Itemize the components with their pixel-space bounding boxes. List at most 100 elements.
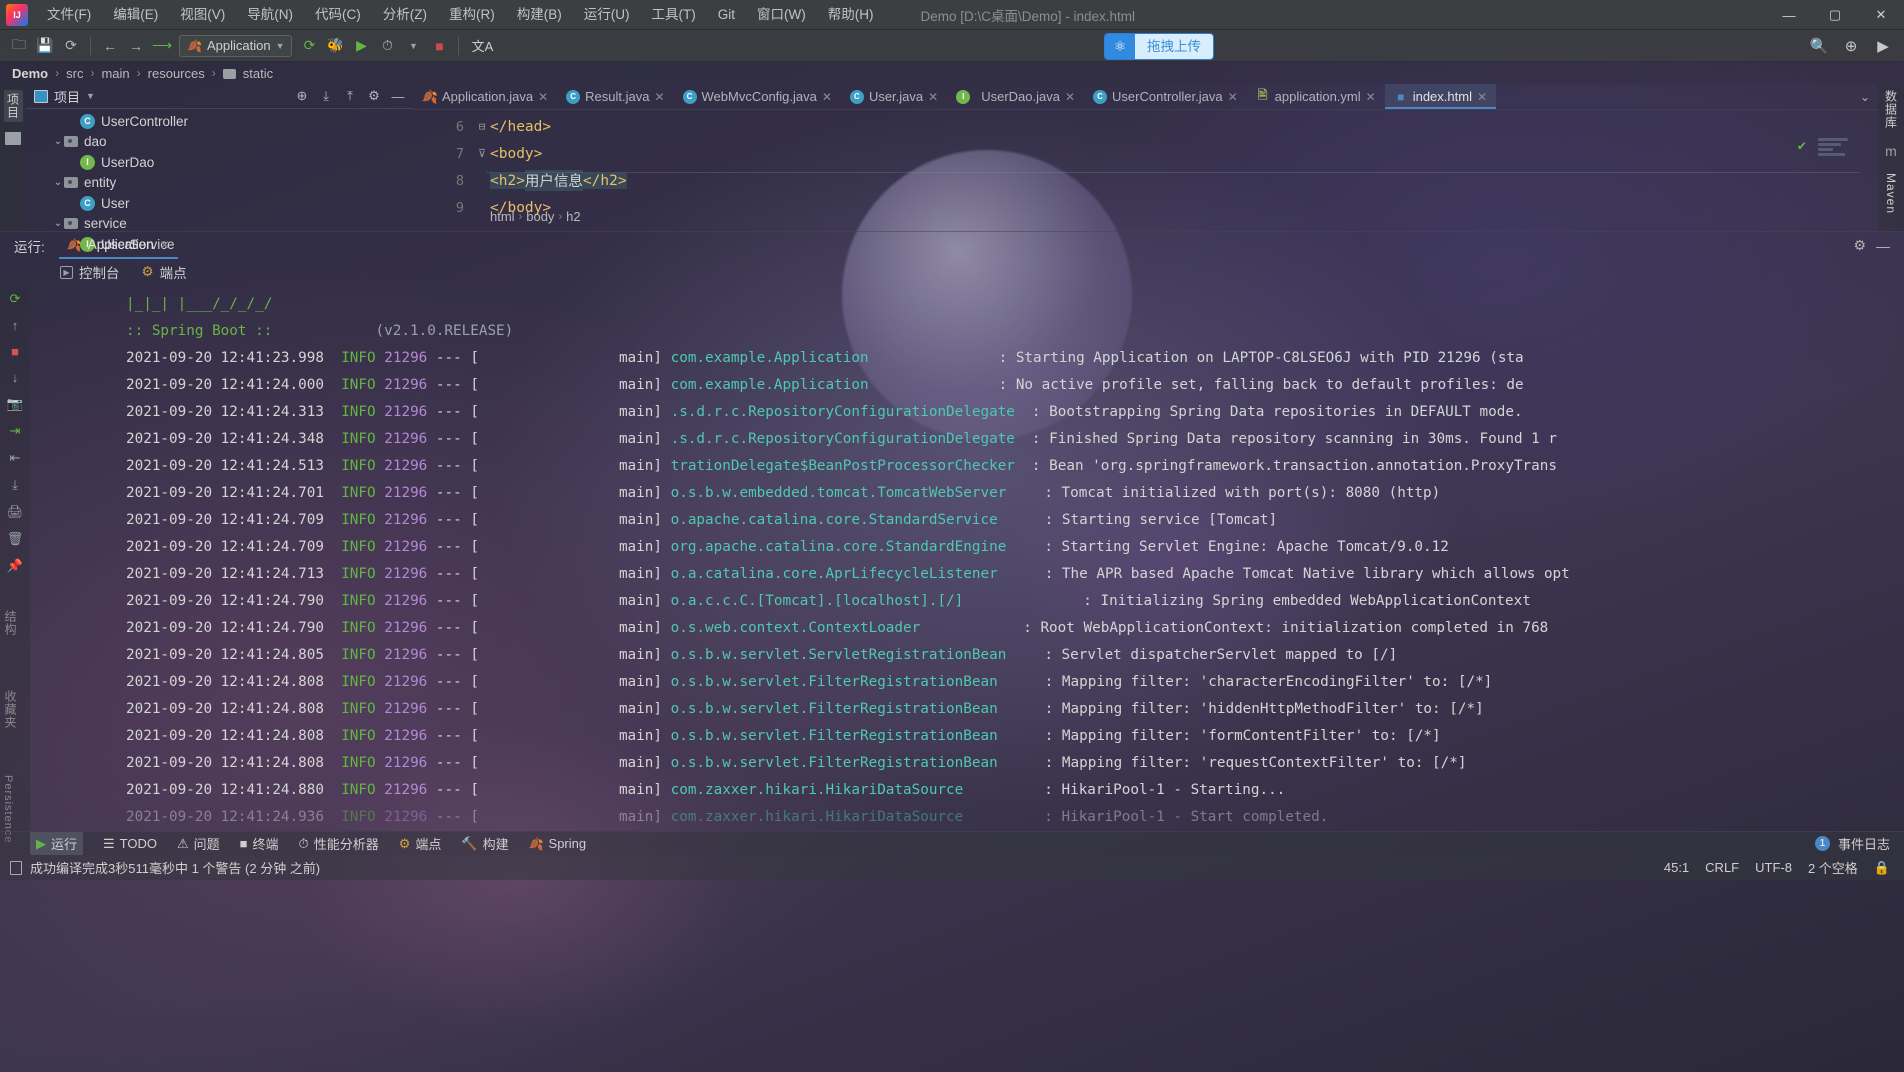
- breadcrumb-item-resources[interactable]: resources: [148, 66, 205, 81]
- maximize-button[interactable]: ▢: [1812, 0, 1858, 30]
- collapse-all-icon[interactable]: ⤒: [340, 86, 360, 106]
- run-coverage-icon[interactable]: ▶: [348, 34, 374, 58]
- tab-user-java[interactable]: C User.java ✕: [841, 84, 947, 109]
- scroll-up-icon[interactable]: ↑: [12, 318, 19, 333]
- bottom-tab-problems[interactable]: ⚠ 问题: [177, 834, 220, 853]
- close-icon[interactable]: ✕: [1228, 90, 1238, 104]
- tab-application-java[interactable]: 🍂 Application.java ✕: [414, 84, 557, 109]
- drag-upload-button[interactable]: ⚛ 拖拽上传: [1105, 34, 1213, 59]
- bottom-tab-terminal[interactable]: ■ 终端: [240, 834, 279, 853]
- navigate-back-icon[interactable]: ←: [97, 34, 123, 58]
- indent-setting[interactable]: 2 个空格: [1808, 858, 1858, 877]
- close-icon[interactable]: ✕: [538, 90, 548, 104]
- tree-item-entity[interactable]: ⌄ entity: [26, 173, 414, 194]
- bottom-tab-run[interactable]: ▶ 运行: [30, 832, 84, 855]
- menu-item-refactor[interactable]: 重构(R): [438, 0, 506, 30]
- build-project-icon[interactable]: ⟶: [149, 34, 175, 58]
- clear-all-icon[interactable]: 🗑: [7, 531, 24, 547]
- bottom-tab-build[interactable]: 🔨 构建: [461, 834, 508, 853]
- close-icon[interactable]: ✕: [1366, 90, 1376, 104]
- menu-item-build[interactable]: 构建(B): [506, 0, 573, 30]
- tab-index-html[interactable]: ■ index.html ✕: [1384, 84, 1497, 109]
- expand-all-icon[interactable]: ⤓: [316, 86, 336, 106]
- tree-item-dao[interactable]: ⌄ dao: [26, 132, 414, 153]
- minimize-icon[interactable]: —: [1876, 238, 1890, 254]
- tree-item-user[interactable]: C User: [26, 193, 414, 214]
- line-separator[interactable]: CRLF: [1705, 860, 1739, 875]
- file-encoding[interactable]: UTF-8: [1755, 860, 1792, 875]
- fold-marker-icon[interactable]: ⊟: [474, 120, 490, 133]
- editor-tab-overflow[interactable]: ⌄: [1860, 84, 1878, 109]
- sidebar-tab-maven[interactable]: Maven: [1884, 173, 1898, 214]
- stop-icon[interactable]: ■: [11, 344, 19, 359]
- menu-item-file[interactable]: 文件(F): [36, 0, 102, 30]
- breadcrumb-item-static[interactable]: static: [243, 66, 273, 81]
- breadcrumb-item-main[interactable]: main: [101, 66, 129, 81]
- menu-item-code[interactable]: 代码(C): [304, 0, 372, 30]
- translate-icon[interactable]: 文A: [465, 34, 499, 58]
- close-icon[interactable]: ✕: [654, 90, 664, 104]
- chevron-down-icon[interactable]: ⌄: [1860, 90, 1870, 104]
- run-window-tab-application[interactable]: 🍂 Application ✕: [58, 233, 178, 259]
- menu-item-analyze[interactable]: 分析(Z): [372, 0, 438, 30]
- plus-circle-icon[interactable]: ⊕: [1838, 34, 1864, 58]
- tree-arrow[interactable]: ⌄: [52, 136, 64, 147]
- tab-application-yml[interactable]: 🖹 application.yml ✕: [1247, 84, 1385, 109]
- menu-item-view[interactable]: 视图(V): [169, 0, 236, 30]
- profiler-chevron-down-icon[interactable]: ▼: [400, 34, 426, 58]
- profiler-icon[interactable]: ⏱: [374, 34, 400, 58]
- subtab-console[interactable]: ▶ 控制台: [60, 262, 120, 282]
- menu-item-window[interactable]: 窗口(W): [746, 0, 817, 30]
- close-icon[interactable]: ✕: [1065, 90, 1075, 104]
- tab-usercontroller-java[interactable]: C UserController.java ✕: [1084, 84, 1247, 109]
- settings-gear-icon[interactable]: ⚙: [1853, 237, 1866, 254]
- panel-hide-icon[interactable]: —: [388, 86, 408, 106]
- breadcrumb-item-src[interactable]: src: [66, 66, 83, 81]
- scroll-to-end-icon[interactable]: ⤓: [12, 477, 18, 493]
- sidebar-tab-project[interactable]: 项目: [3, 90, 23, 122]
- menu-item-navigate[interactable]: 导航(N): [236, 0, 304, 30]
- scroll-down-icon[interactable]: ↓: [12, 370, 19, 385]
- debug-button-icon[interactable]: 🐝: [322, 34, 348, 58]
- rerun-icon[interactable]: ⟳: [10, 291, 21, 307]
- soft-wrap-icon[interactable]: ⇤: [10, 450, 21, 466]
- lock-icon[interactable]: 🔒: [1874, 860, 1890, 876]
- panel-settings-icon[interactable]: ⚙: [364, 86, 384, 106]
- camera-icon[interactable]: 📷: [7, 396, 23, 412]
- tab-userdao-java[interactable]: I UserDao.java ✕: [947, 84, 1084, 109]
- print-icon[interactable]: 🖨: [7, 504, 24, 520]
- run-button-icon[interactable]: ⟳: [296, 34, 322, 58]
- tab-result-java[interactable]: C Result.java ✕: [557, 84, 673, 109]
- menu-item-run[interactable]: 运行(U): [573, 0, 641, 30]
- close-button[interactable]: ✕: [1858, 0, 1904, 30]
- breadcrumb-project[interactable]: Demo: [12, 66, 48, 81]
- pin-icon[interactable]: 📌: [7, 558, 23, 574]
- menu-item-tools[interactable]: 工具(T): [641, 0, 707, 30]
- console-output[interactable]: |_|_| |___/_/_/_/ :: Spring Boot :: (v2.…: [30, 285, 1904, 831]
- tree-arrow[interactable]: ⌄: [52, 218, 64, 229]
- tree-arrow[interactable]: ⌄: [52, 177, 64, 188]
- menu-item-edit[interactable]: 编辑(E): [102, 0, 169, 30]
- minimize-button[interactable]: —: [1766, 0, 1812, 30]
- editor-minimap[interactable]: [1814, 136, 1852, 232]
- run-play-icon[interactable]: ▶: [1870, 34, 1896, 58]
- bottom-tab-spring[interactable]: 🍂 Spring: [529, 836, 587, 851]
- thread-dump-icon[interactable]: ⇥: [10, 423, 21, 439]
- structure-folder-icon[interactable]: [5, 132, 21, 145]
- sync-icon[interactable]: ⟳: [58, 34, 84, 58]
- tree-item-userdao[interactable]: I UserDao: [26, 152, 414, 173]
- search-icon[interactable]: 🔍: [1806, 34, 1832, 58]
- close-icon[interactable]: ✕: [1477, 90, 1487, 104]
- fold-marker-icon[interactable]: ⊽: [474, 147, 490, 160]
- subtab-endpoints[interactable]: ⚙ 端点: [142, 262, 187, 282]
- sidebar-tab-database[interactable]: 数据库: [1883, 90, 1900, 129]
- bottom-tab-endpoints[interactable]: ⚙ 端点: [399, 834, 442, 853]
- tree-item-usercontroller[interactable]: C UserController: [26, 111, 414, 132]
- navigate-forward-icon[interactable]: →: [123, 34, 149, 58]
- tab-webmvcconfig-java[interactable]: C WebMvcConfig.java ✕: [674, 84, 841, 109]
- close-icon[interactable]: ✕: [160, 238, 170, 252]
- open-project-icon[interactable]: 🗀: [6, 34, 32, 58]
- project-panel-title-group[interactable]: 项目 ▼: [26, 87, 95, 106]
- caret-position[interactable]: 45:1: [1664, 860, 1689, 875]
- bottom-tab-todo[interactable]: ☰ TODO: [103, 836, 157, 852]
